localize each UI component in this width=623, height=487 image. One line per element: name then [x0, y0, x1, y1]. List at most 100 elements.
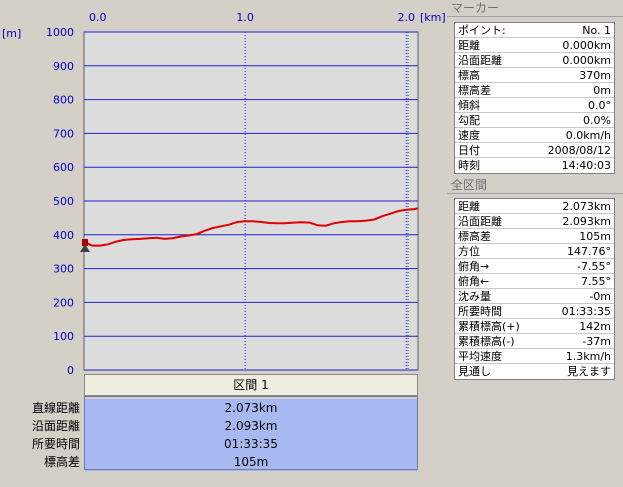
property-value: -7.55° — [577, 260, 611, 273]
summary-row-elevation-diff: 標高差 105m — [0, 453, 420, 471]
property-value: 0m — [593, 84, 611, 97]
marker-panel-title: マーカー — [447, 0, 623, 17]
y-tick-label: 1000 — [46, 26, 74, 39]
property-value: 0.000km — [562, 54, 611, 67]
property-value: 0.0% — [583, 114, 611, 127]
y-tick-label: 800 — [53, 94, 74, 107]
y-axis-unit-label: [m] — [2, 27, 21, 40]
all-section-info-panel: 距離 2.073km 沿面距離 2.093km 標高差 105m 方位 147.76° 俯角→ -… — [454, 198, 615, 380]
property-label: 沿面距離 — [458, 215, 502, 228]
section-header-tab[interactable]: 区間 1 — [84, 374, 418, 396]
property-label: 速度 — [458, 129, 480, 142]
property-value: -0m — [589, 290, 611, 303]
property-value: 2.093km — [562, 215, 611, 228]
property-row: 沿面距離 0.000km — [455, 53, 614, 68]
property-value: 1.3km/h — [565, 350, 611, 363]
summary-value: 2.093km — [84, 417, 418, 435]
property-row: 平均速度 1.3km/h — [455, 349, 614, 364]
property-row: 俯角→ -7.55° — [455, 259, 614, 274]
summary-label: 所要時間 — [31, 437, 80, 451]
property-label: 標高 — [458, 69, 480, 82]
property-label: 沈み量 — [458, 290, 491, 303]
property-label: 沿面距離 — [458, 54, 502, 67]
property-row: 累積標高(+) 142m — [455, 319, 614, 334]
marker-info-panel: ポイント: No. 1 距離 0.000km 沿面距離 0.000km 標高 370m 標高差 0… — [454, 22, 615, 174]
x-axis-unit-label: [km] — [420, 11, 445, 24]
y-tick-label: 700 — [53, 127, 74, 140]
property-row: 沿面距離 2.093km — [455, 214, 614, 229]
summary-label: 直線距離 — [31, 401, 80, 415]
property-row: 傾斜 0.0° — [455, 98, 614, 113]
property-value: 370m — [579, 69, 611, 82]
property-value: 2.073km — [562, 200, 611, 213]
property-row: 見通し 見えます — [455, 364, 614, 379]
property-row: 速度 0.0km/h — [455, 128, 614, 143]
property-value: -37m — [582, 335, 611, 348]
summary-row-straight-distance: 直線距離 2.073km — [0, 399, 420, 417]
property-label: 勾配 — [458, 114, 480, 127]
property-label: 俯角← — [458, 275, 490, 288]
property-value: 14:40:03 — [561, 159, 611, 172]
property-value: 01:33:35 — [561, 305, 611, 318]
summary-label: 標高差 — [43, 455, 80, 469]
x-tick-label: 2.0 — [397, 11, 415, 24]
property-value: 0.0km/h — [565, 129, 611, 142]
property-row: 勾配 0.0% — [455, 113, 614, 128]
property-value: 105m — [579, 230, 611, 243]
property-value: 2008/08/12 — [547, 144, 611, 157]
x-tick-label: 0.0 — [89, 11, 107, 24]
property-label: 標高差 — [458, 230, 491, 243]
property-value: 7.55° — [581, 275, 611, 288]
property-value: 見えます — [567, 365, 611, 378]
property-label: 平均速度 — [458, 350, 502, 363]
summary-row-elapsed-time: 所要時間 01:33:35 — [0, 435, 420, 453]
summary-value: 2.073km — [84, 399, 418, 417]
y-tick-label: 200 — [53, 296, 74, 309]
property-label: 累積標高(-) — [458, 335, 515, 348]
property-label: 標高差 — [458, 84, 491, 97]
x-tick-label: 1.0 — [236, 11, 254, 24]
property-row: 方位 147.76° — [455, 244, 614, 259]
y-tick-label: 600 — [53, 161, 74, 174]
property-label: 方位 — [458, 245, 480, 258]
property-row: 累積標高(-) -37m — [455, 334, 614, 349]
property-label: 距離 — [458, 39, 480, 52]
property-value: 0.0° — [588, 99, 611, 112]
property-label: 傾斜 — [458, 99, 480, 112]
property-value: 142m — [579, 320, 611, 333]
summary-row-surface-distance: 沿面距離 2.093km — [0, 417, 420, 435]
summary-value: 105m — [84, 453, 418, 471]
summary-value: 01:33:35 — [84, 435, 418, 453]
property-row: ポイント: No. 1 — [455, 23, 614, 38]
y-tick-label: 900 — [53, 60, 74, 73]
property-value: 147.76° — [567, 245, 611, 258]
property-row: 時刻 14:40:03 — [455, 158, 614, 173]
property-label: ポイント: — [458, 24, 506, 37]
property-label: 俯角→ — [458, 260, 490, 273]
property-value: No. 1 — [582, 24, 611, 37]
property-label: 時刻 — [458, 159, 480, 172]
property-row: 距離 0.000km — [455, 38, 614, 53]
property-label: 見通し — [458, 365, 491, 378]
property-row: 距離 2.073km — [455, 199, 614, 214]
property-label: 累積標高(+) — [458, 320, 520, 333]
property-label: 所要時間 — [458, 305, 502, 318]
property-row: 標高 370m — [455, 68, 614, 83]
y-tick-label: 100 — [53, 330, 74, 343]
property-value: 0.000km — [562, 39, 611, 52]
summary-label: 沿面距離 — [31, 419, 80, 433]
property-label: 日付 — [458, 144, 480, 157]
property-row: 所要時間 01:33:35 — [455, 304, 614, 319]
all-section-panel-title: 全区間 — [447, 177, 623, 194]
y-tick-label: 400 — [53, 229, 74, 242]
y-tick-label: 0 — [67, 364, 74, 374]
elevation-chart[interactable]: 0 100 200 300 400 500 600 700 800 900 1000 0.0 1.0 2.… — [0, 0, 445, 374]
property-row: 日付 2008/08/12 — [455, 143, 614, 158]
property-label: 距離 — [458, 200, 480, 213]
property-row: 標高差 105m — [455, 229, 614, 244]
property-row: 標高差 0m — [455, 83, 614, 98]
elevation-profile-window: 0 100 200 300 400 500 600 700 800 900 1000 0.0 1.0 2.… — [0, 0, 623, 487]
y-tick-label: 500 — [53, 195, 74, 208]
y-tick-label: 300 — [53, 263, 74, 276]
property-row: 沈み量 -0m — [455, 289, 614, 304]
